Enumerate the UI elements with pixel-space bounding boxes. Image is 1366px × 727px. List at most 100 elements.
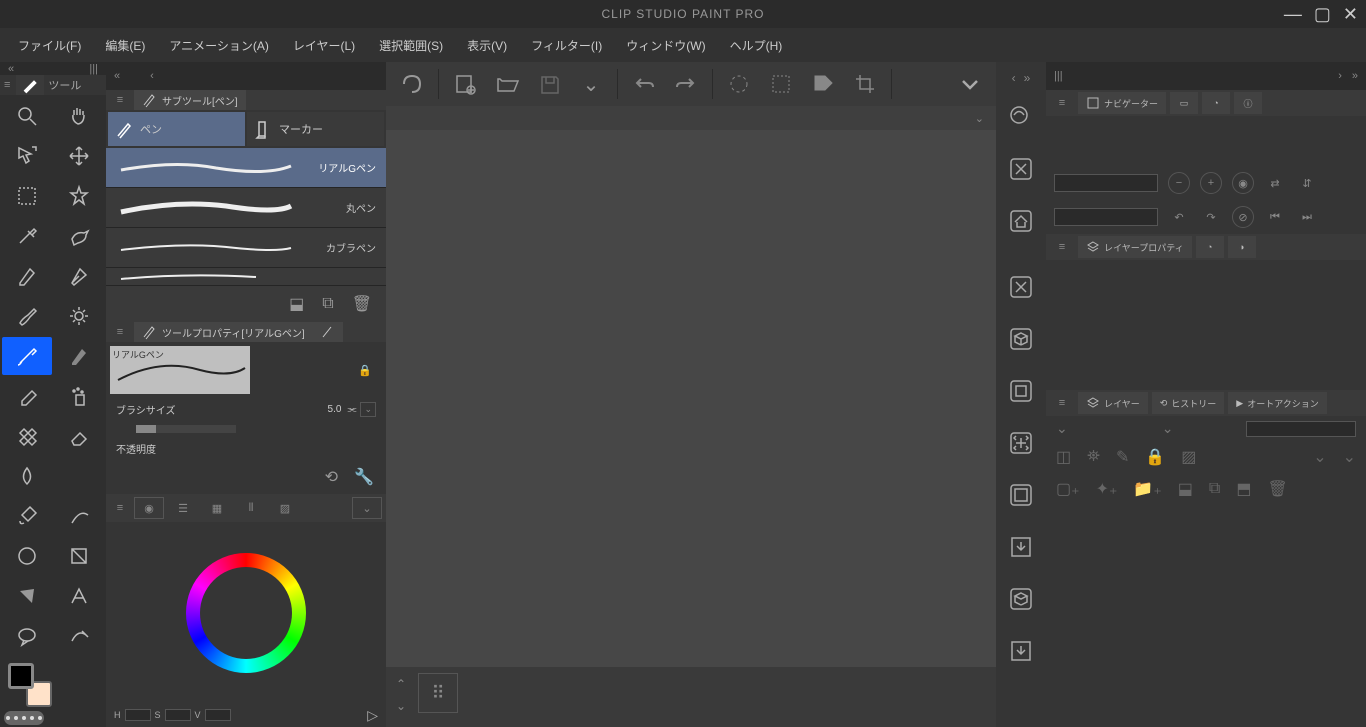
subtool-tab[interactable]: サブツール[ペン]	[134, 90, 246, 110]
chevron-up-icon[interactable]: ⌃	[392, 673, 410, 695]
quick-info-icon[interactable]	[1002, 372, 1040, 410]
toolprop-tab[interactable]: ツールプロパティ[リアルGペン]	[134, 322, 313, 342]
tool-polygon[interactable]	[2, 577, 52, 615]
tool-correct[interactable]	[54, 617, 104, 655]
prop-brush-size[interactable]: ブラシサイズ 5.0 ⫘ ⌄	[106, 398, 386, 421]
tool-wand[interactable]	[54, 177, 104, 215]
new-icon[interactable]	[447, 66, 483, 102]
reset-icon[interactable]: ⟲	[325, 467, 338, 487]
tool-operation[interactable]	[2, 137, 52, 175]
menu-view[interactable]: 表示(V)	[457, 33, 517, 58]
combine-icon[interactable]: ⬒	[1236, 479, 1251, 499]
history-tab[interactable]: ⟲ヒストリー	[1152, 392, 1225, 414]
tool-ellipse[interactable]	[2, 537, 52, 575]
timeline-icon[interactable]: ⠿	[418, 673, 458, 713]
color-swatch[interactable]	[8, 663, 52, 707]
hamburger-icon[interactable]: ≡	[1050, 397, 1074, 409]
close-button[interactable]: ✕	[1343, 4, 1358, 25]
color-tab-approx[interactable]: ▨	[270, 497, 300, 519]
chevron-right-icon[interactable]: »	[1352, 70, 1358, 82]
tool-bucket[interactable]	[2, 497, 52, 535]
opacity-input[interactable]	[1246, 421, 1356, 437]
color-square[interactable]	[217, 584, 275, 642]
quick-home-icon[interactable]	[1002, 202, 1040, 240]
brush-item-more[interactable]	[106, 268, 386, 286]
tool-brush[interactable]	[2, 297, 52, 335]
quick-expand-icon[interactable]	[1002, 424, 1040, 462]
undo-icon[interactable]	[626, 66, 662, 102]
maximize-button[interactable]: ▢	[1314, 4, 1331, 25]
mask-icon[interactable]: ▨	[1181, 447, 1196, 467]
layerprop-tab-2[interactable]: ◔	[1196, 236, 1224, 258]
chevron-down-icon[interactable]: ⌄	[1343, 447, 1356, 467]
menu-filter[interactable]: フィルター(I)	[521, 33, 612, 58]
flip-v-icon[interactable]: ⇵	[1296, 172, 1318, 194]
tool-airbrush[interactable]	[2, 337, 52, 375]
toolprop-tab-2[interactable]	[313, 322, 343, 342]
chevron-down-icon[interactable]: ⌄	[1162, 420, 1174, 437]
layerprop-tab[interactable]: レイヤープロパティ	[1078, 236, 1192, 258]
h-value[interactable]	[125, 709, 151, 721]
save-icon[interactable]	[531, 66, 567, 102]
tool-pattern[interactable]	[2, 417, 52, 455]
chevron-left-icon[interactable]: «	[114, 70, 120, 82]
skip-start-icon[interactable]: ⏮	[1264, 206, 1286, 228]
chevron-right-icon[interactable]: ›	[1338, 70, 1342, 82]
quick-layers-icon[interactable]	[1002, 476, 1040, 514]
chevron-left-icon[interactable]: «	[8, 63, 14, 75]
quick-cube-icon[interactable]	[1002, 580, 1040, 618]
rotate-cw-icon[interactable]: ↷	[1200, 206, 1222, 228]
nav-tab-2[interactable]: ▭	[1170, 92, 1198, 114]
tool-fill-pen[interactable]	[54, 337, 104, 375]
tool-pen-nib[interactable]	[54, 257, 104, 295]
lock-icon[interactable]: 🔒	[1145, 447, 1165, 467]
hamburger-icon[interactable]: ≡	[1050, 97, 1074, 109]
redo-icon[interactable]	[668, 66, 704, 102]
navigator-tab[interactable]: ナビゲーター	[1078, 92, 1166, 114]
chevron-left-icon[interactable]: ‹	[150, 70, 154, 82]
menu-file[interactable]: ファイル(F)	[8, 33, 91, 58]
hamburger-icon[interactable]: ≡	[106, 326, 134, 338]
tool-eraser[interactable]	[54, 417, 104, 455]
menu-animation[interactable]: アニメーション(A)	[159, 33, 279, 58]
open-icon[interactable]	[489, 66, 525, 102]
rotate-slider[interactable]	[1054, 208, 1158, 226]
chevron-down-icon[interactable]: ⌄	[573, 66, 609, 102]
s-value[interactable]	[165, 709, 191, 721]
quick-3d-icon[interactable]	[1002, 320, 1040, 358]
skip-end-icon[interactable]: ⏭	[1296, 206, 1318, 228]
color-tab-slider[interactable]: ☰	[168, 497, 198, 519]
quick-close-icon[interactable]	[1002, 150, 1040, 188]
rotate-ccw-icon[interactable]: ↶	[1168, 206, 1190, 228]
layer-list[interactable]	[1046, 505, 1366, 727]
tool-pen-g[interactable]	[2, 257, 52, 295]
tool-eyedropper[interactable]	[2, 217, 52, 255]
brush-item-real-g-pen[interactable]: リアルGペン	[106, 148, 386, 188]
subtool-cat-pen[interactable]: ペン	[108, 112, 245, 146]
tool-eraser-hard[interactable]	[2, 377, 52, 415]
wrench-icon[interactable]: 🔧	[354, 467, 374, 487]
tool-hand[interactable]	[54, 97, 104, 135]
tool-frame[interactable]	[54, 537, 104, 575]
hamburger-icon[interactable]: ≡	[1050, 241, 1074, 253]
tool-marquee[interactable]	[2, 177, 52, 215]
chevron-down-icon[interactable]: ⌄	[392, 695, 410, 717]
chevron-down-icon[interactable]	[952, 66, 988, 102]
duplicate-icon[interactable]: ⧉	[322, 295, 333, 313]
tool-balloon[interactable]	[2, 617, 52, 655]
reference-icon[interactable]: ⛯	[1087, 448, 1100, 466]
chevron-down-icon[interactable]: ⌄	[975, 112, 984, 125]
download-icon[interactable]: ⬓	[289, 294, 304, 314]
color-wheel-area[interactable]	[106, 522, 386, 703]
draft-icon[interactable]: ✎	[1116, 447, 1129, 467]
canvas-area[interactable]	[386, 130, 996, 667]
color-tab-set[interactable]: ▦	[202, 497, 232, 519]
color-tab-circle[interactable]: ◉	[134, 497, 164, 519]
merge-icon[interactable]: ⧉	[1209, 480, 1220, 498]
minimize-button[interactable]: —	[1284, 4, 1302, 25]
menu-edit[interactable]: 編集(E)	[95, 33, 155, 58]
tool-text[interactable]	[54, 577, 104, 615]
transparency-toggle[interactable]	[4, 711, 44, 725]
tool-bird[interactable]	[54, 217, 104, 255]
zoom-out-icon[interactable]: −	[1168, 172, 1190, 194]
